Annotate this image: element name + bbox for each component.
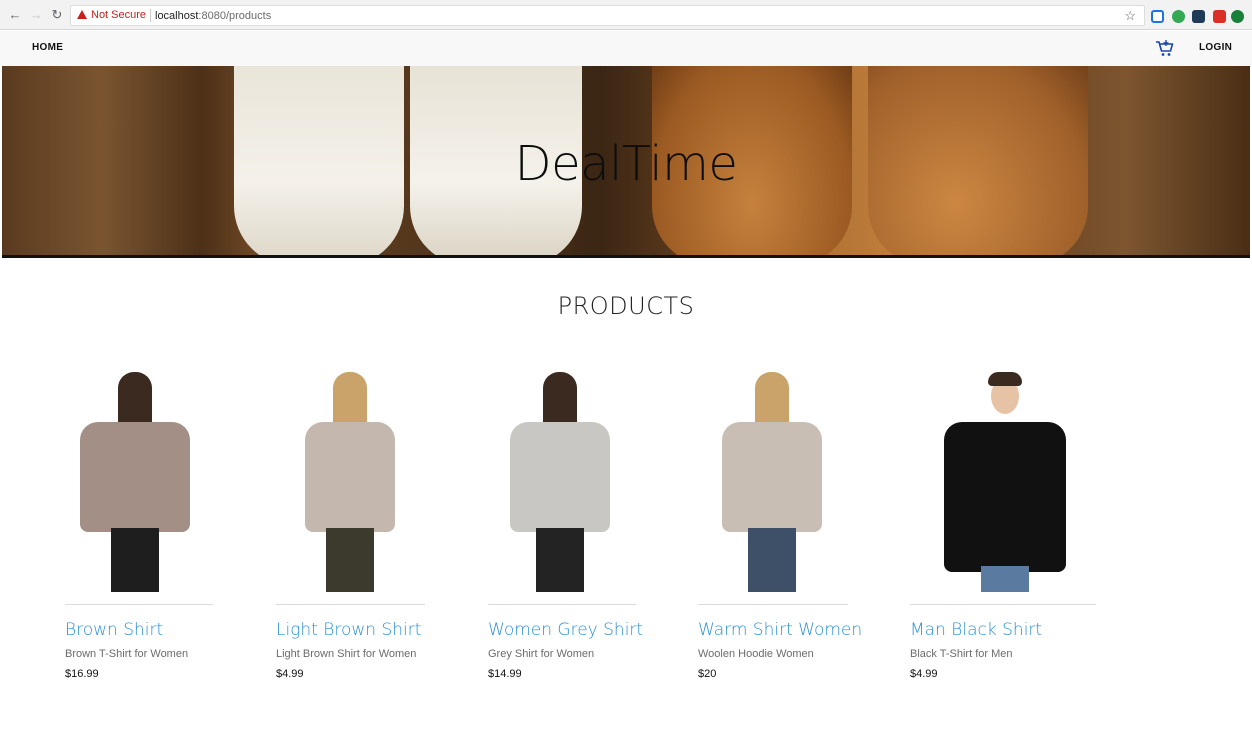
url-text[interactable]: localhost:8080/products (155, 10, 271, 22)
card-divider (910, 604, 1096, 605)
model-pants (981, 566, 1029, 592)
products-heading: PRODUCTS (557, 292, 695, 320)
product-image[interactable] (80, 370, 190, 592)
security-label: Not Secure (91, 9, 147, 21)
forward-icon[interactable]: → (29, 8, 43, 22)
nav-login-link[interactable]: LOGIN (1199, 42, 1232, 53)
reload-icon[interactable]: ↻ (50, 8, 64, 22)
product-price: $20 (698, 668, 717, 680)
card-divider (65, 604, 213, 605)
product-name-link[interactable]: Women Grey Shirt (488, 620, 643, 640)
extension-icon-1[interactable] (1151, 10, 1164, 23)
product-image[interactable] (305, 370, 395, 592)
extension-icon-5[interactable] (1231, 10, 1244, 23)
product-image[interactable] (944, 370, 1066, 592)
model-pants (111, 528, 159, 592)
product-name-link[interactable]: Light Brown Shirt (276, 620, 421, 640)
model-garment (80, 422, 190, 532)
app-navbar: HOME LOGIN (0, 31, 1252, 66)
product-name-link[interactable]: Warm Shirt Women (698, 620, 862, 640)
bookmark-star-icon[interactable]: ☆ (1124, 8, 1136, 24)
product-description: Black T-Shirt for Men (910, 648, 1013, 660)
model-hair (988, 372, 1022, 386)
model-garment (944, 422, 1066, 572)
model-garment (305, 422, 395, 532)
model-pants (326, 528, 374, 592)
card-divider (698, 604, 848, 605)
product-description: Woolen Hoodie Women (698, 648, 814, 660)
model-garment (510, 422, 610, 532)
model-pants (536, 528, 584, 592)
product-image[interactable] (722, 370, 822, 592)
product-description: Brown T-Shirt for Women (65, 648, 189, 660)
browser-toolbar: ← → ↻ Not Secure localhost:8080/products… (0, 0, 1252, 30)
security-indicator[interactable]: Not Secure (77, 9, 146, 21)
back-icon[interactable]: ← (8, 8, 22, 22)
extension-icon-4[interactable] (1213, 10, 1226, 23)
hero-title: DealTime (514, 136, 738, 192)
product-description: Grey Shirt for Women (488, 648, 595, 660)
nav-home-link[interactable]: HOME (32, 42, 63, 53)
model-pants (748, 528, 796, 592)
product-image[interactable] (510, 370, 610, 592)
product-name-link[interactable]: Man Black Shirt (910, 620, 1042, 640)
url-host: localhost (155, 10, 199, 22)
product-description: Light Brown Shirt for Women (276, 648, 417, 660)
product-price: $4.99 (910, 668, 938, 680)
product-price: $16.99 (65, 668, 99, 680)
hero-banner: DealTime (2, 66, 1250, 258)
warning-icon (77, 10, 87, 19)
product-price: $4.99 (276, 668, 304, 680)
address-separator (150, 9, 151, 22)
card-divider (488, 604, 636, 605)
product-name-link[interactable]: Brown Shirt (65, 620, 163, 640)
cart-icon[interactable] (1155, 39, 1175, 57)
address-bar[interactable]: Not Secure localhost:8080/products ☆ (70, 5, 1145, 26)
url-path: :8080/products (198, 10, 272, 22)
extension-icon-2[interactable] (1172, 10, 1185, 23)
extension-icon-3[interactable] (1192, 10, 1205, 23)
model-garment (722, 422, 822, 532)
product-price: $14.99 (488, 668, 522, 680)
card-divider (276, 604, 425, 605)
